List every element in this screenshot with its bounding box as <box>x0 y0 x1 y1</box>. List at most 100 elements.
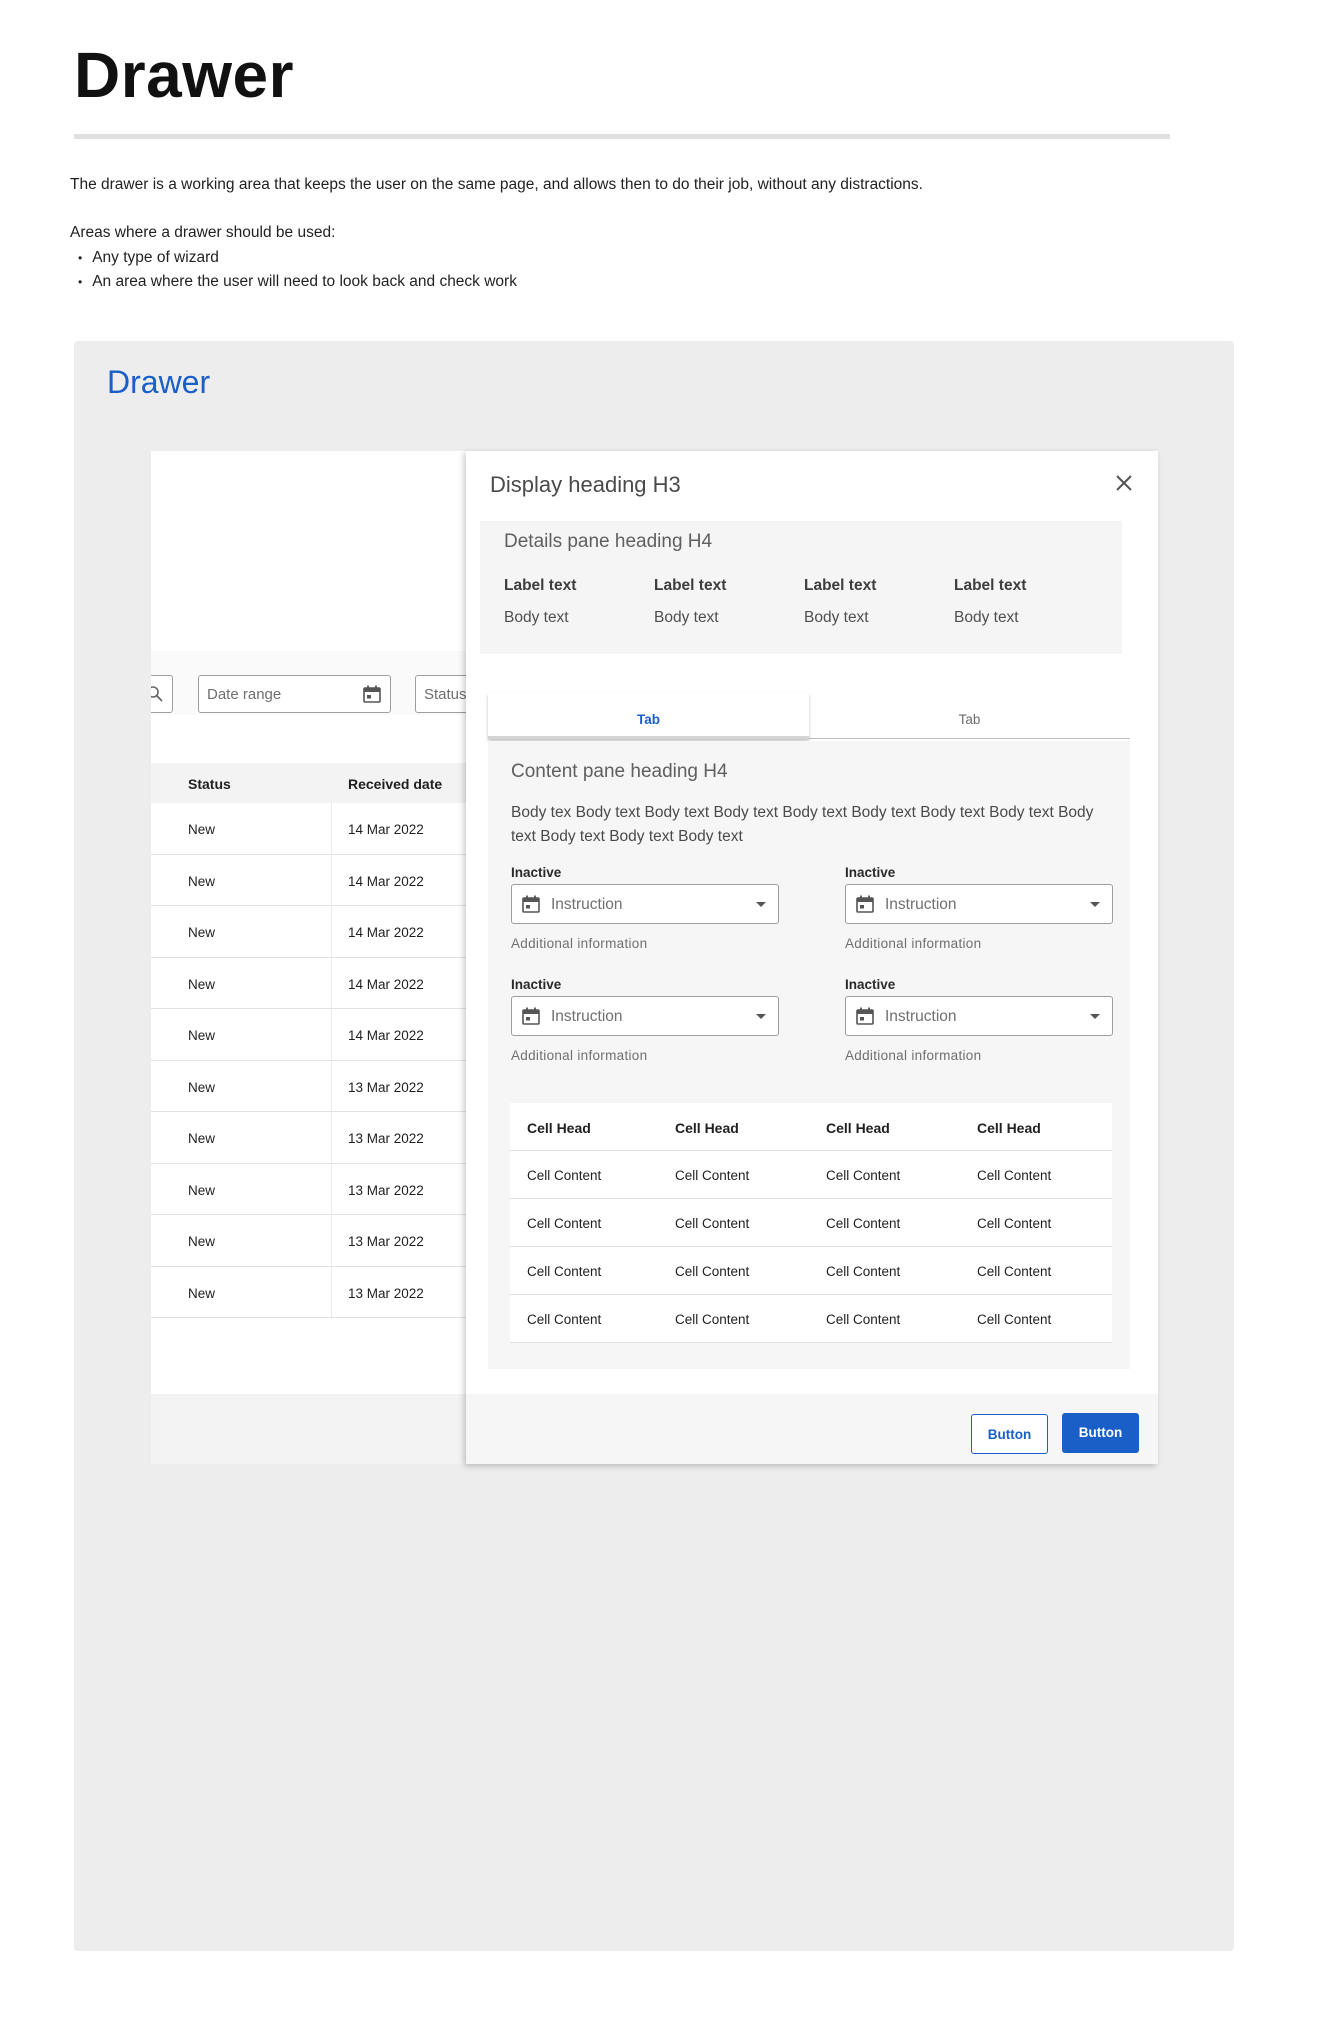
primary-button[interactable]: Button <box>1062 1413 1139 1453</box>
table-row[interactable]: Cell Content Cell Content Cell Content C… <box>510 1151 1112 1199</box>
intro-text: The drawer is a working area that keeps … <box>70 176 923 193</box>
detail-label: Label text <box>654 577 727 594</box>
table-cell: Cell Content <box>527 1312 602 1327</box>
instruction-select[interactable]: Instruction <box>845 884 1113 924</box>
table-row[interactable]: New 14 Mar 2022 <box>151 906 466 958</box>
table-cell: Cell Content <box>826 1216 901 1231</box>
table-cell: Cell Content <box>977 1168 1052 1183</box>
detail-item: Label text Body text <box>954 577 1094 627</box>
content-heading: Content pane heading H4 <box>511 761 728 782</box>
instruction-select[interactable]: Instruction <box>511 996 779 1036</box>
date-cell: 14 Mar 2022 <box>348 976 424 992</box>
column-header: Cell Head <box>826 1120 890 1136</box>
usage-list: Any type of wizard An area where the use… <box>78 246 517 294</box>
detail-value: Body text <box>954 609 1019 626</box>
field-help-text: Additional information <box>845 936 982 951</box>
table-cell: Cell Content <box>675 1264 750 1279</box>
table-cell: Cell Content <box>826 1312 901 1327</box>
table-cell: Cell Content <box>527 1216 602 1231</box>
table-cell: Cell Content <box>826 1168 901 1183</box>
table-row[interactable]: New 14 Mar 2022 <box>151 803 466 855</box>
detail-item: Label text Body text <box>654 577 794 627</box>
caret-down-icon <box>1090 902 1100 907</box>
status-cell: New <box>188 976 216 992</box>
tab-1[interactable]: Tab <box>488 693 809 739</box>
search-input[interactable] <box>151 675 173 713</box>
status-filter[interactable]: Status <box>415 675 466 713</box>
caret-down-icon <box>756 1014 766 1019</box>
table-cell: Cell Content <box>675 1216 750 1231</box>
calendar-icon <box>856 1007 874 1025</box>
dropdown-field: Inactive Instruction Additional informat… <box>511 977 779 1063</box>
table-cell: Cell Content <box>826 1264 901 1279</box>
status-cell: New <box>188 873 216 889</box>
field-help-text: Additional information <box>511 936 648 951</box>
table-row[interactable]: New 14 Mar 2022 <box>151 1009 466 1061</box>
date-cell: 13 Mar 2022 <box>348 1079 424 1095</box>
column-header: Cell Head <box>977 1120 1041 1136</box>
list-item: Any type of wizard <box>78 246 517 270</box>
table-row[interactable]: New 14 Mar 2022 <box>151 854 466 906</box>
close-icon <box>1116 475 1132 491</box>
calendar-icon <box>363 685 381 703</box>
data-table: Cell Head Cell Head Cell Head Cell Head … <box>510 1103 1112 1343</box>
table-cell: Cell Content <box>977 1312 1052 1327</box>
table-row[interactable]: New 13 Mar 2022 <box>151 1112 466 1164</box>
column-header: Cell Head <box>675 1120 739 1136</box>
search-icon <box>151 686 163 702</box>
field-help-text: Additional information <box>511 1048 648 1063</box>
detail-item: Label text Body text <box>504 577 644 627</box>
table-row[interactable]: Cell Content Cell Content Cell Content C… <box>510 1295 1112 1343</box>
table-row[interactable]: New 13 Mar 2022 <box>151 1215 466 1267</box>
status-cell: New <box>188 1285 216 1301</box>
doc-title: Drawer <box>74 39 294 111</box>
table-cell: Cell Content <box>675 1312 750 1327</box>
details-heading: Details pane heading H4 <box>504 531 713 552</box>
table-row[interactable]: Cell Content Cell Content Cell Content C… <box>510 1247 1112 1295</box>
column-header: Cell Head <box>527 1120 591 1136</box>
tab-2[interactable]: Tab <box>809 693 1130 739</box>
close-button[interactable] <box>1112 471 1136 495</box>
table-row[interactable]: New 13 Mar 2022 <box>151 1060 466 1112</box>
drawer-title: Display heading H3 <box>490 472 681 497</box>
showcase-title: Drawer <box>107 364 211 400</box>
caret-down-icon <box>756 902 766 907</box>
app-table: Status Received date New 14 Mar 2022 New 1… <box>151 763 466 1318</box>
content-body-text: Body tex Body text Body text Body text B… <box>511 804 1094 845</box>
dropdown-field: Inactive Instruction Additional informat… <box>511 865 779 951</box>
table-row[interactable]: New 13 Mar 2022 <box>151 1266 466 1318</box>
app-table-header: Status Received date <box>151 763 466 803</box>
table-cell: Cell Content <box>977 1264 1052 1279</box>
date-cell: 14 Mar 2022 <box>348 1028 424 1043</box>
column-header-status: Status <box>188 776 231 792</box>
caret-down-icon <box>1090 1014 1100 1019</box>
secondary-button[interactable]: Button <box>971 1414 1048 1454</box>
select-placeholder: Instruction <box>885 1008 957 1025</box>
date-cell: 14 Mar 2022 <box>348 925 424 940</box>
date-cell: 13 Mar 2022 <box>348 1131 424 1146</box>
table-row[interactable]: Cell Content Cell Content Cell Content C… <box>510 1199 1112 1247</box>
field-label: Inactive <box>845 865 896 880</box>
status-cell: New <box>188 1028 216 1043</box>
status-cell: New <box>188 925 216 940</box>
filter-row: Date range Status <box>151 651 466 715</box>
status-cell: New <box>188 822 216 837</box>
table-cell: Cell Content <box>977 1216 1052 1231</box>
app-footer <box>151 1394 466 1464</box>
date-range-input[interactable]: Date range <box>198 675 391 713</box>
dropdown-field: Inactive Instruction Additional informat… <box>845 865 1113 951</box>
table-row[interactable]: New 13 Mar 2022 <box>151 1163 466 1215</box>
calendar-icon <box>522 1007 540 1025</box>
table-row[interactable]: New 14 Mar 2022 <box>151 957 466 1009</box>
detail-label: Label text <box>804 577 877 594</box>
detail-item: Label text Body text <box>804 577 944 627</box>
date-cell: 13 Mar 2022 <box>348 1234 424 1249</box>
instruction-select[interactable]: Instruction <box>511 884 779 924</box>
field-help-text: Additional information <box>845 1048 982 1063</box>
table-cell: Cell Content <box>527 1264 602 1279</box>
field-label: Inactive <box>511 977 562 992</box>
instruction-select[interactable]: Instruction <box>845 996 1113 1036</box>
detail-value: Body text <box>504 609 569 626</box>
detail-label: Label text <box>504 577 577 594</box>
table-header-row: Cell Head Cell Head Cell Head Cell Head <box>510 1103 1112 1151</box>
